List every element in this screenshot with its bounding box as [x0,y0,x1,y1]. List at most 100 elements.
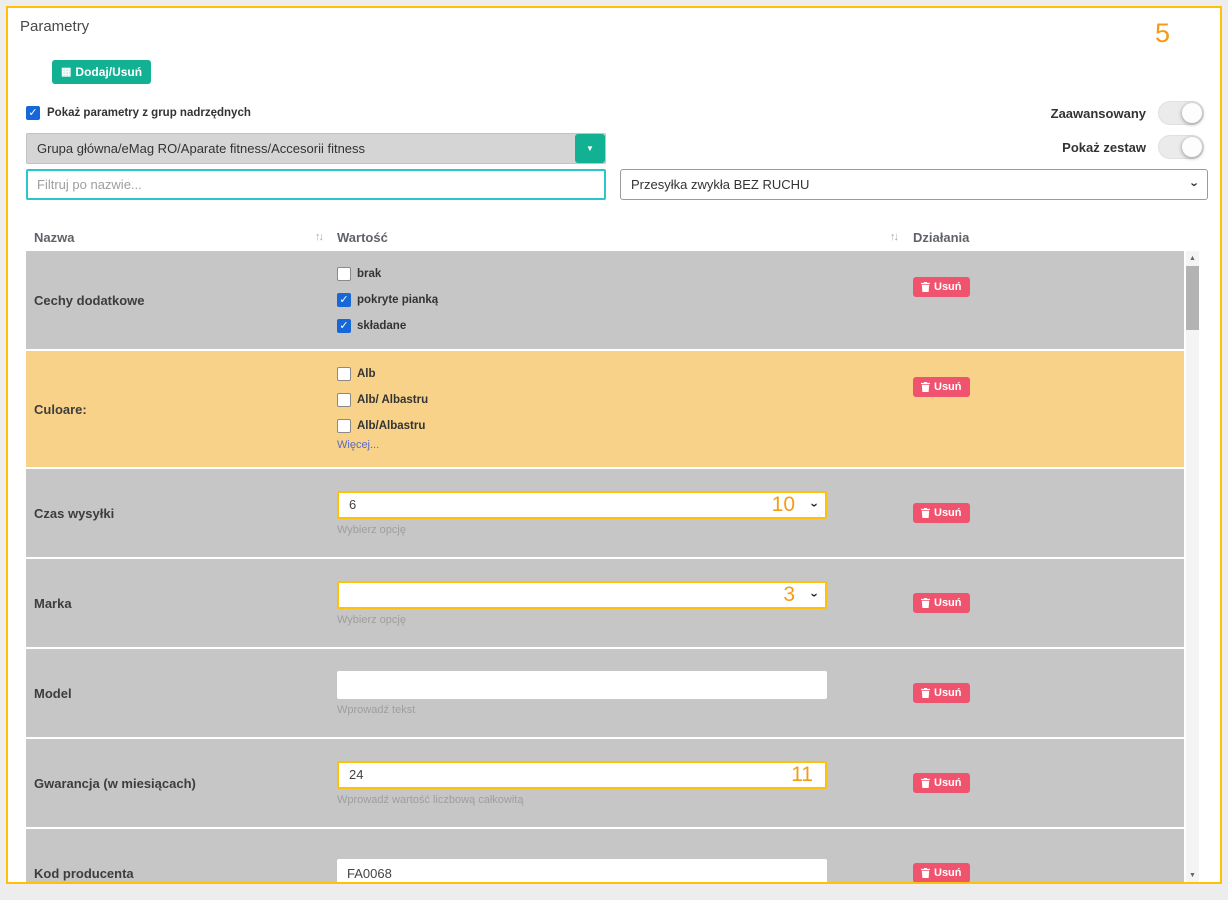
delete-button[interactable]: Usuń [913,773,970,793]
parameters-panel: Parametry 5 ▦ Dodaj/Usuń ✓ Pokaż paramet… [6,6,1222,884]
trash-icon [921,868,930,878]
helper-text: Wprowadź wartość liczbową całkowitą [337,794,907,806]
annotation-number: 11 [791,763,813,787]
checkbox-option[interactable]: Alb/Albastru [337,413,907,439]
table-row: Czas wysyłki 6 10 › Wybierz opcję Usuń [26,469,1184,557]
column-header-name: Nazwa ↑↓ [26,230,334,245]
shipping-select[interactable]: Przesyłka zwykła BEZ RUCHU › [620,169,1208,200]
value-input[interactable]: FA0068 [337,859,827,882]
delete-label: Usuń [934,281,962,293]
delete-button[interactable]: Usuń [913,683,970,703]
param-actions-cell: Usuń [907,351,1184,467]
checkbox[interactable]: ✓ [337,319,351,333]
delete-button[interactable]: Usuń [913,503,970,523]
delete-button[interactable]: Usuń [913,863,970,882]
checkbox[interactable] [337,267,351,281]
param-value-cell: Wprowadź tekst [334,649,907,737]
group-path-value: Grupa główna/eMag RO/Aparate fitness/Acc… [37,141,365,156]
checkbox[interactable] [337,419,351,433]
param-value-cell: FA0068 [334,829,907,882]
header-value-label: Wartość [337,230,388,245]
param-name: Model [34,686,72,701]
checkbox-label: brak [357,268,381,280]
value-input[interactable] [337,671,827,699]
value-text: 24 [349,767,363,782]
checkbox-option[interactable]: Alb/ Albastru [337,387,907,413]
param-name-cell: Model [26,649,334,737]
helper-text: Wybierz opcję [337,524,907,536]
show-set-label: Pokaż zestaw [1062,140,1146,155]
value-select[interactable]: 3› [337,581,827,609]
show-parent-label: Pokaż parametry z grup nadrzędnych [47,107,251,119]
checkbox[interactable] [337,393,351,407]
checkbox-option[interactable]: ✓ pokryte pianką [337,287,907,313]
param-name-cell: Cechy dodatkowe [26,251,334,349]
checkbox-label: Alb/ Albastru [357,394,428,406]
param-name: Culoare: [34,402,87,417]
checkbox-label: składane [357,320,406,332]
param-actions-cell: Usuń [907,649,1184,737]
delete-label: Usuń [934,777,962,789]
chevron-down-icon: › [808,502,821,506]
advanced-toggle-row: Zaawansowany [1051,101,1204,125]
sort-icon[interactable]: ↑↓ [890,231,897,243]
scrollbar-thumb[interactable] [1186,266,1199,330]
scrollbar[interactable]: ▲ ▼ [1186,251,1199,882]
checkbox-label: pokryte pianką [357,294,438,306]
param-value-cell: Alb Alb/ Albastru Alb/Albastru Więcej... [334,351,907,467]
checkbox[interactable]: ✓ [337,293,351,307]
advanced-toggle[interactable] [1158,101,1204,125]
param-actions-cell: Usuń [907,469,1184,557]
table-row: Model Wprowadź tekst Usuń [26,649,1184,737]
value-text: FA0068 [347,866,392,881]
filter-by-name-input[interactable] [26,169,606,200]
checkbox-option[interactable]: Alb [337,361,907,387]
scroll-down-icon[interactable]: ▼ [1186,868,1199,882]
sort-icon[interactable]: ↑↓ [315,231,322,243]
param-name-cell: Marka [26,559,334,647]
shipping-select-value: Przesyłka zwykła BEZ RUCHU [631,177,809,192]
checkbox-label: Alb/Albastru [357,420,425,432]
param-name: Czas wysyłki [34,506,114,521]
table-header: Nazwa ↑↓ Wartość ↑↓ Działania [26,224,1184,250]
trash-icon [921,688,930,698]
group-path-select[interactable]: Grupa główna/eMag RO/Aparate fitness/Acc… [26,133,606,164]
param-name-cell: Czas wysyłki [26,469,334,557]
checkbox-label: Alb [357,368,376,380]
checkbox-option[interactable]: ✓ składane [337,313,907,339]
trash-icon [921,778,930,788]
param-value-cell: brak ✓ pokryte pianką ✓ składane [334,251,907,349]
param-name: Gwarancja (w miesiącach) [34,776,196,791]
param-name: Marka [34,596,72,611]
checkbox[interactable] [337,367,351,381]
trash-icon [921,382,930,392]
header-name-label: Nazwa [34,230,74,245]
param-actions-cell: Usuń [907,739,1184,827]
param-actions-cell: Usuń [907,829,1184,882]
show-parent-checkbox[interactable]: ✓ [26,106,40,120]
more-link[interactable]: Więcej... [337,439,907,457]
show-set-toggle[interactable] [1158,135,1204,159]
toggle-knob [1182,137,1202,157]
param-actions-cell: Usuń [907,251,1184,349]
add-remove-button[interactable]: ▦ Dodaj/Usuń [52,60,151,84]
value-text: 6 [349,497,356,512]
value-select[interactable]: 6 10 › [337,491,827,519]
delete-label: Usuń [934,687,962,699]
value-input[interactable]: 24 11 [337,761,827,789]
table-row: Culoare: Alb Alb/ Albastru Alb/Albastru Więc… [26,351,1184,467]
trash-icon [921,508,930,518]
add-remove-label: Dodaj/Usuń [75,65,142,79]
delete-button[interactable]: Usuń [913,377,970,397]
trash-icon [921,282,930,292]
caret-down-icon[interactable]: ▼ [575,134,605,163]
checkbox-option[interactable]: brak [337,261,907,287]
annotation-number: 10 [772,493,795,517]
delete-button[interactable]: Usuń [913,277,970,297]
show-parent-params-option[interactable]: ✓ Pokaż parametry z grup nadrzędnych [26,106,251,120]
delete-label: Usuń [934,597,962,609]
helper-text: Wprowadź tekst [337,704,907,716]
grid-icon: ▦ [61,67,71,78]
scroll-up-icon[interactable]: ▲ [1186,251,1199,265]
delete-button[interactable]: Usuń [913,593,970,613]
